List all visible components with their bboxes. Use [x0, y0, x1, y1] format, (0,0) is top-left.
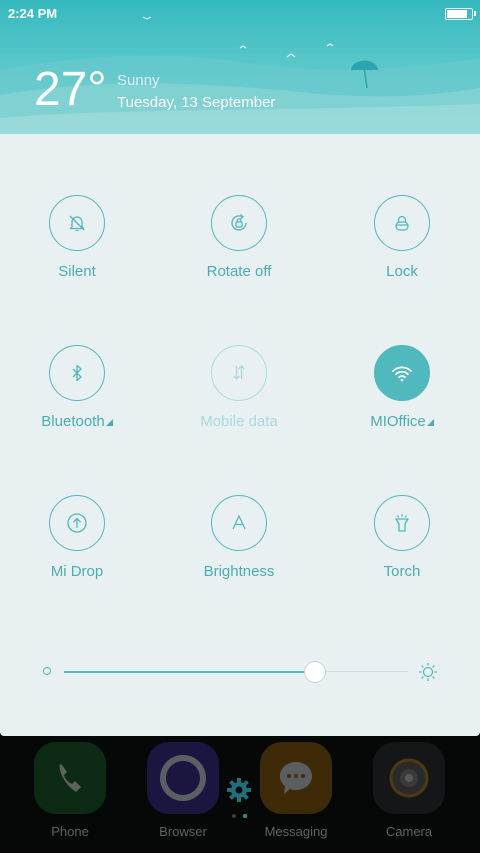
- app-messaging-label: Messaging: [264, 824, 328, 839]
- wifi-icon: [392, 366, 412, 382]
- toggle-rotate[interactable]: Rotate off: [159, 195, 319, 280]
- expand-indicator-icon: [105, 419, 113, 426]
- toggle-mi-drop-button[interactable]: [49, 495, 105, 551]
- toggle-mobile-data[interactable]: Mobile data: [159, 345, 319, 430]
- app-camera[interactable]: Camera: [359, 742, 459, 839]
- app-browser[interactable]: Browser: [133, 742, 233, 839]
- expand-indicator-icon: [426, 419, 434, 426]
- weather-header: 2:24 PM 27° Sunny Tuesday, 13 September: [0, 0, 480, 134]
- toggle-silent-button[interactable]: [49, 195, 105, 251]
- toggle-silent[interactable]: Silent: [0, 195, 157, 280]
- toggle-brightness-button[interactable]: [211, 495, 267, 551]
- toggle-torch-label: Torch: [383, 563, 421, 580]
- toggle-mobile-data-button[interactable]: [211, 345, 267, 401]
- toggle-brightness-label: Brightness: [203, 563, 275, 580]
- weather-date[interactable]: Tuesday, 13 September: [117, 94, 275, 111]
- brightness-high-icon: [419, 663, 437, 681]
- toggle-silent-label: Silent: [58, 263, 96, 280]
- toggle-torch-button[interactable]: [374, 495, 430, 551]
- toggle-bluetooth-label: Bluetooth: [0, 413, 157, 430]
- app-phone-label: Phone: [51, 824, 89, 839]
- brightness-slider[interactable]: [0, 660, 480, 684]
- chat-bubble-icon: [260, 742, 332, 814]
- weather-condition: Sunny: [117, 72, 160, 89]
- toggle-wifi[interactable]: MIOffice: [322, 345, 480, 430]
- page-indicator: [232, 814, 247, 818]
- home-dock: Phone Browser Messaging Camera: [0, 736, 480, 853]
- toggle-lock-label: Lock: [386, 263, 418, 280]
- toggle-wifi-label: MIOffice: [322, 413, 480, 430]
- app-browser-label: Browser: [159, 824, 207, 839]
- toggle-bluetooth[interactable]: Bluetooth: [0, 345, 157, 430]
- quick-settings-panel: Silent Rotate off Lock Bluetooth Mobile …: [0, 134, 480, 736]
- battery-icon: [445, 8, 476, 20]
- toggle-rotate-label: Rotate off: [206, 263, 272, 280]
- brightness-thumb[interactable]: [304, 661, 327, 683]
- brightness-low-icon: [43, 667, 51, 675]
- phone-icon: [34, 742, 106, 814]
- settings-gear-icon[interactable]: [225, 776, 253, 804]
- bluetooth-icon: [72, 364, 82, 382]
- app-camera-label: Camera: [385, 824, 433, 839]
- upload-icon: [67, 513, 87, 533]
- toggle-mi-drop-label: Mi Drop: [50, 563, 104, 580]
- browser-icon: [147, 742, 219, 814]
- toggle-lock[interactable]: Lock: [322, 195, 480, 280]
- mobile-data-icon: [233, 365, 245, 380]
- toggle-rotate-button[interactable]: [211, 195, 267, 251]
- app-phone[interactable]: Phone: [20, 742, 120, 839]
- bell-off-icon: [69, 215, 85, 232]
- status-time: 2:24 PM: [8, 6, 58, 21]
- camera-icon: [373, 742, 445, 814]
- toggle-mi-drop[interactable]: Mi Drop: [0, 495, 157, 580]
- brightness-fill: [64, 670, 316, 673]
- toggle-mobile-data-label: Mobile data: [200, 413, 278, 430]
- toggle-wifi-button[interactable]: [374, 345, 430, 401]
- toggle-brightness[interactable]: Brightness: [159, 495, 319, 580]
- toggle-bluetooth-button[interactable]: [49, 345, 105, 401]
- brightness-track[interactable]: [64, 661, 408, 683]
- toggle-torch[interactable]: Torch: [322, 495, 480, 580]
- lock-icon: [395, 215, 409, 231]
- toggle-lock-button[interactable]: [374, 195, 430, 251]
- auto-brightness-icon: [232, 514, 246, 530]
- rotate-lock-icon: [231, 214, 247, 231]
- app-messaging[interactable]: Messaging: [246, 742, 346, 839]
- flashlight-icon: [395, 514, 409, 532]
- temperature: 27°: [34, 63, 107, 116]
